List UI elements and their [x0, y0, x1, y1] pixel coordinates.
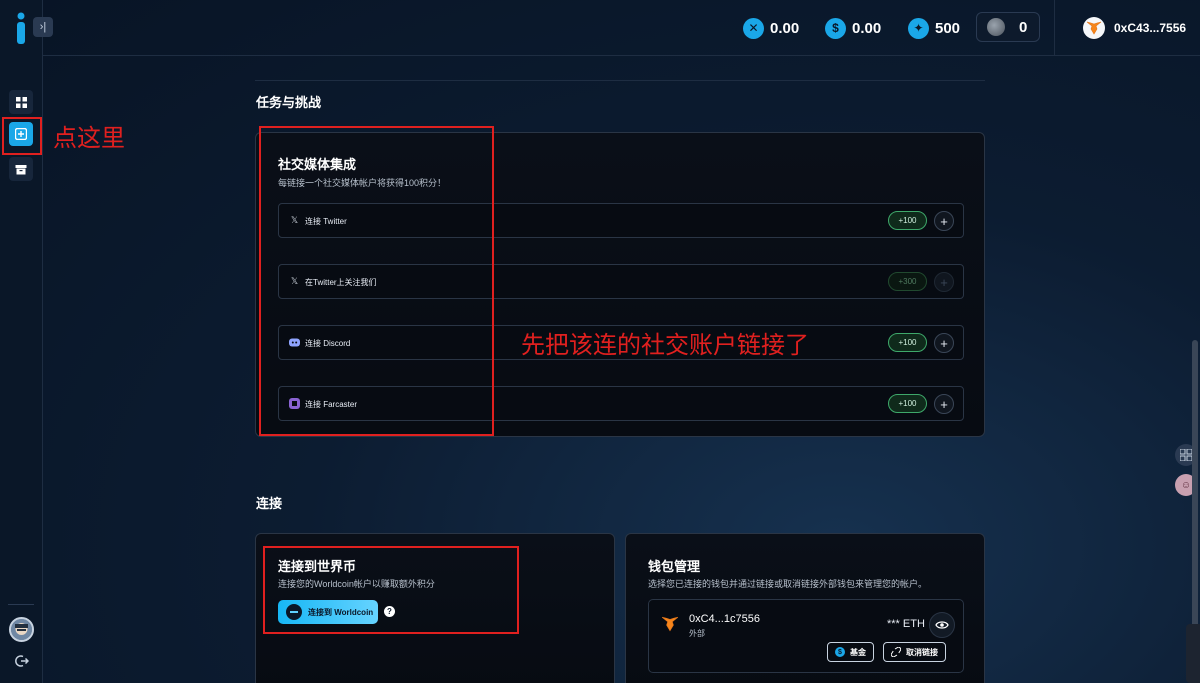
star-coin-value: 500	[935, 19, 961, 37]
header-divider	[1054, 0, 1055, 56]
x-coin-balance: ✕ 0.00	[743, 16, 799, 40]
connect-section-title: 连接	[256, 496, 283, 511]
top-header: ✕ 0.00 $ 0.00 ✦ 500 0 0xC43...7556	[43, 0, 1200, 56]
side-panel-tab[interactable]	[1186, 624, 1200, 683]
eye-icon	[935, 621, 949, 629]
add-task-button[interactable]: +	[934, 211, 954, 231]
wallet-card-subtitle: 选择您已连接的钱包并通过链接或取消链接外部钱包来管理您的帐户。	[648, 579, 928, 589]
metamask-icon	[1083, 17, 1105, 39]
annotation-box-sidebar	[2, 117, 42, 155]
fund-button[interactable]: $ 基金	[827, 642, 874, 662]
logout-icon[interactable]	[15, 654, 29, 668]
dollar-coin-icon: $	[825, 17, 846, 39]
wallet-entry: 0xC4...1c7556 外部 *** ETH $ 基金 取消链接	[648, 599, 964, 673]
points-badge: +300	[888, 272, 927, 291]
metamask-icon	[661, 616, 679, 632]
sidebar-item-rewards[interactable]	[9, 157, 33, 181]
wallet-card-title: 钱包管理	[648, 559, 701, 574]
unlink-icon	[891, 647, 901, 657]
annotation-click-here: 点这里	[53, 124, 125, 152]
grid-icon	[15, 96, 27, 108]
toggle-balance-button[interactable]	[929, 612, 955, 638]
fund-label: 基金	[850, 647, 866, 657]
unlink-button[interactable]: 取消链接	[883, 642, 946, 662]
annotation-box-worldcoin	[263, 546, 519, 634]
unlink-label: 取消链接	[906, 647, 938, 657]
points-badge: +100	[888, 211, 927, 230]
wallet-entry-type: 外部	[689, 629, 705, 638]
add-task-button[interactable]: +	[934, 394, 954, 414]
dollar-coin-balance: $ 0.00	[825, 16, 881, 40]
assistant-icon: ☺	[1180, 479, 1192, 491]
apps-icon	[1180, 449, 1192, 461]
scrollbar[interactable]	[1192, 340, 1198, 670]
box-icon	[15, 165, 27, 175]
x-coin-icon: ✕	[743, 17, 764, 39]
wallet-management-card: 钱包管理 选择您已连接的钱包并通过链接或取消链接外部钱包来管理您的帐户。 0xC…	[625, 533, 985, 683]
add-task-button[interactable]: +	[934, 272, 954, 292]
sidebar-divider	[8, 604, 34, 605]
dollar-coin-icon: $	[835, 647, 845, 657]
wallet-balance: *** ETH	[887, 618, 925, 630]
x-coin-value: 0.00	[770, 19, 800, 37]
app-logo-icon[interactable]	[13, 12, 29, 44]
points-badge: +100	[888, 394, 927, 413]
annotation-box-social	[259, 126, 494, 436]
wallet-address: 0xC43...7556	[1114, 21, 1187, 35]
annotation-link-accounts: 先把该连的社交账户链接了	[521, 331, 809, 359]
wallet-entry-address: 0xC4...1c7556	[689, 613, 760, 625]
add-task-button[interactable]: +	[934, 333, 954, 353]
content-divider	[255, 80, 985, 81]
moon-icon	[987, 18, 1005, 36]
moon-balance[interactable]: 0	[976, 12, 1040, 42]
star-coin-icon: ✦	[908, 17, 929, 39]
avatar-character-icon	[11, 619, 32, 640]
wallet-menu[interactable]: 0xC43...7556	[1083, 17, 1186, 39]
avatar[interactable]	[9, 617, 34, 642]
sidebar: ›|	[0, 0, 53, 683]
balance-currency: ETH	[902, 618, 925, 630]
dollar-coin-value: 0.00	[852, 19, 882, 37]
star-coin-balance: ✦ 500	[908, 16, 960, 40]
points-badge: +100	[888, 333, 927, 352]
sidebar-item-dashboard[interactable]	[9, 90, 33, 114]
tasks-section-title: 任务与挑战	[256, 95, 322, 110]
moon-value: 0	[1019, 18, 1028, 36]
balance-mask: ***	[887, 618, 900, 630]
